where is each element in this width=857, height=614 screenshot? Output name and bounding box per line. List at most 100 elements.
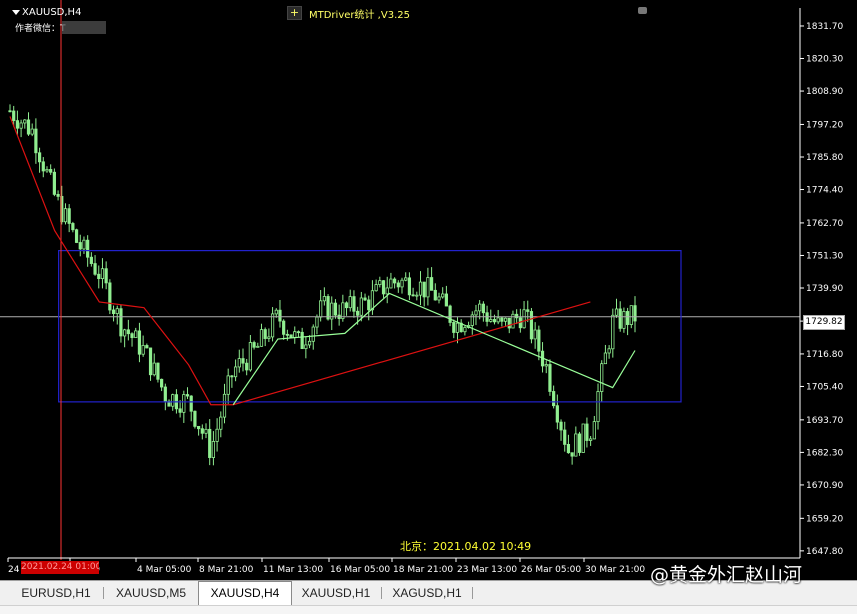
candle-body [293,331,297,338]
candle-body [570,452,574,457]
candle-body [381,280,386,295]
candle-body [552,391,556,407]
time-tick-label: 16 Mar 05:00 [330,565,390,575]
candle-body [496,317,500,323]
candle-body [12,110,16,122]
candle-body [600,363,604,392]
candle-body [248,342,252,371]
price-axis: 1831.70 1820.30 1808.90 1797.20 1785.80 1774.… [799,8,843,558]
candle-body [389,278,393,289]
candle-body [574,433,578,457]
candle-body [463,327,467,333]
candle-body [352,296,356,312]
candle-body [378,280,382,285]
candle-body [41,161,45,172]
candle-body [111,309,116,314]
watermark-text: @黄金外汇赵山河 [650,564,803,586]
chart-area[interactable]: 1831.70 1820.30 1808.90 1797.20 1785.80 1774.… [0,0,857,580]
status-strip [0,606,857,614]
price-tick-label: 1785.80 [806,153,843,163]
candle-body [566,444,571,454]
candle-body [481,303,485,314]
tab-xauusd-m5[interactable]: XAUUSD,M5 [108,583,194,603]
candle-body [356,310,360,316]
tab-separator [103,587,104,599]
price-tick-label: 1751.30 [806,251,843,261]
beijing-time-label: 北京：2021.04.02 10:49 [400,540,532,553]
candle-body [307,340,312,346]
plus-icon[interactable]: + [287,6,302,20]
candle-body [152,362,156,376]
candle-body [622,311,626,329]
candle-body [400,279,404,288]
candle-body [319,300,323,318]
candles-layer [8,104,637,466]
candle-body [577,433,582,453]
candle-body [522,309,526,329]
range-box [58,250,682,403]
candle-body [300,331,304,350]
candle-body [537,329,541,352]
candle-body [304,344,308,350]
candle-body [233,366,238,378]
candle-body [197,425,201,430]
candle-body [359,297,363,316]
chevron-down-icon[interactable] [12,10,20,15]
candle-body [208,428,212,458]
candle-body [89,256,93,264]
candle-body [429,277,434,291]
candle-body [74,229,79,243]
candle-body [267,336,271,339]
candle-body [411,294,415,297]
candle-body [97,273,101,279]
candle-body [252,342,256,348]
candle-body [104,268,108,284]
candle-body [563,429,567,445]
candle-body [126,329,130,335]
candle-body [367,299,371,311]
candle-body [49,169,53,173]
candle-body [56,193,60,197]
candle-body [156,362,160,380]
candle-body [344,302,349,309]
candle-body [259,329,264,347]
tab-xagusd-h1[interactable]: XAGUSD,H1 [385,583,469,603]
candle-body [193,410,197,427]
candle-body [500,317,504,322]
price-chart[interactable]: 1831.70 1820.30 1808.90 1797.20 1785.80 1774.… [0,0,857,580]
candle-body [507,317,511,329]
candle-body [130,333,134,339]
time-tick-label: 4 Mar 05:00 [137,565,192,575]
price-tick-label: 1808.90 [806,87,843,97]
candle-body [45,169,49,172]
candle-body [592,421,596,440]
candle-body [34,128,38,154]
candle-body [415,294,419,297]
candle-body [82,239,86,250]
tab-eurusd-h1[interactable]: EURUSD,H1 [12,583,100,603]
candle-body [200,428,204,434]
candle-body [270,313,275,338]
tab-xauusd-h1[interactable]: XAUUSD,H1 [294,583,378,603]
price-tick-label: 1647.80 [806,547,843,557]
candle-body [219,416,223,430]
candle-body [30,128,34,135]
candle-body [404,277,408,281]
candle-body [263,329,267,339]
tab-separator [381,587,382,599]
price-tick-label: 1693.70 [806,416,843,426]
candle-body [374,284,378,292]
candle-body [115,308,119,314]
tab-separator [472,587,473,599]
price-tick-label: 1705.40 [806,382,843,392]
candle-body [370,290,375,311]
candle-body [422,281,426,298]
tab-xauusd-h4[interactable]: XAUUSD,H4 [198,581,292,605]
candle-body [86,239,90,258]
price-tick-label: 1762.70 [806,219,843,229]
candle-body [555,405,559,423]
candle-body [71,223,75,231]
price-tick-label: 1831.70 [806,22,843,32]
price-tick-label: 1774.40 [806,186,843,196]
candle-body [396,282,400,288]
